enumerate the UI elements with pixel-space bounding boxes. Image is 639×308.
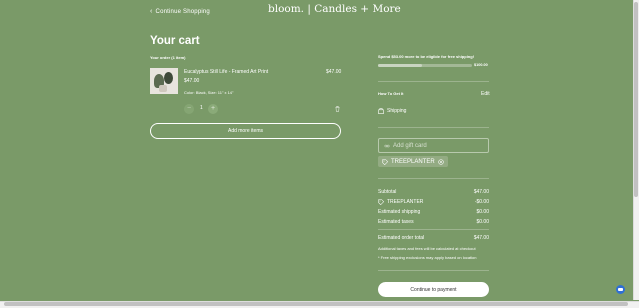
taxes-note: Additional taxes and fees will be calcul… [378, 246, 476, 251]
subtotal-label: Subtotal [378, 189, 397, 195]
tag-icon [378, 199, 384, 205]
edit-delivery-link[interactable]: Edit [481, 91, 490, 97]
chat-widget-icon[interactable] [616, 285, 625, 294]
vertical-scrollbar-thumb[interactable] [634, 2, 638, 197]
continue-shopping-link[interactable]: ‹ Continue Shopping [150, 8, 210, 15]
page-title: Your cart [150, 35, 200, 47]
quantity-increase-button[interactable]: + [208, 104, 218, 114]
shipping-exclusions-note: * Free shipping exclusions may apply bas… [378, 255, 477, 260]
shipping-estimate-value: $0.00 [476, 209, 489, 215]
divider [378, 178, 489, 179]
shipping-method-label: Shipping [387, 108, 407, 114]
trash-icon[interactable] [335, 106, 340, 112]
discount-value: -$0.00 [474, 199, 489, 205]
add-more-items-button[interactable]: Add more items [150, 123, 341, 139]
quantity-decrease-button[interactable]: − [184, 104, 194, 114]
shipping-method[interactable]: Shipping [378, 108, 406, 114]
taxes-value: $0.00 [476, 219, 489, 225]
brand-logo[interactable]: bloom. | Candles + More [268, 3, 401, 15]
continue-shopping-label: Continue Shopping [155, 8, 210, 15]
order-total-value: $47.00 [473, 235, 489, 241]
subtotal-value: $47.00 [473, 189, 489, 195]
divider [378, 270, 489, 271]
free-shipping-message: Spend $53.00 more to be eligible for fre… [378, 54, 475, 59]
free-shipping-progress-fill [378, 64, 423, 67]
how-to-get-it-heading: How To Get It [378, 91, 404, 96]
quantity-value: 1 [200, 105, 203, 111]
discount-label: TREEPLANTER [387, 199, 424, 205]
chevron-left-icon: ‹ [150, 8, 153, 15]
gift-card-input[interactable]: Add gift card [378, 138, 489, 153]
discount-row: TREEPLANTER [378, 199, 423, 205]
divider [378, 127, 489, 128]
taxes-label: Estimated taxes [378, 219, 414, 225]
product-variant: Color: Black, Size: 11" x 14" [184, 90, 234, 95]
tag-icon [382, 158, 388, 165]
gift-card-placeholder: Add gift card [393, 142, 427, 149]
product-price: $47.00 [184, 78, 200, 84]
applied-promo-chip: TREEPLANTER [378, 156, 448, 167]
product-thumbnail[interactable] [150, 68, 178, 94]
shipping-estimate-label: Estimated shipping [378, 209, 421, 215]
order-count: Your order (1 item) [150, 55, 186, 60]
package-icon [378, 108, 384, 114]
divider [378, 81, 489, 82]
free-shipping-goal: $100.00 [474, 63, 488, 67]
continue-to-payment-button[interactable]: Continue to payment [378, 282, 489, 297]
line-total: $47.00 [326, 69, 342, 75]
gift-icon [384, 144, 390, 147]
horizontal-scrollbar-thumb[interactable] [4, 302, 628, 306]
product-name[interactable]: Eucalyptus Still Life - Framed Art Print [184, 69, 268, 75]
promo-code-label: TREEPLANTER [391, 158, 435, 165]
order-total-label: Estimated order total [378, 235, 425, 241]
remove-promo-icon[interactable] [438, 158, 444, 165]
divider [378, 229, 489, 230]
